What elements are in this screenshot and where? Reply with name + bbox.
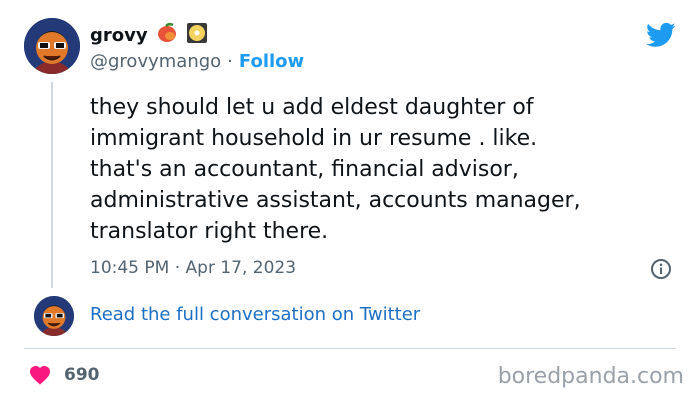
thread-line xyxy=(51,82,53,288)
display-name[interactable]: grovy xyxy=(90,25,148,46)
twitter-bird-icon[interactable] xyxy=(646,20,676,50)
tweet-text: they should let u add eldest daughter of… xyxy=(90,95,581,244)
info-icon[interactable] xyxy=(650,258,672,280)
handle-row: @grovymango · Follow xyxy=(90,51,304,72)
disc-emoji-icon xyxy=(186,22,208,48)
separator: · xyxy=(227,51,233,72)
like-button[interactable]: 690 xyxy=(28,363,100,387)
name-row: grovy xyxy=(90,22,304,48)
follow-button[interactable]: Follow xyxy=(239,51,304,72)
avatar-image xyxy=(34,296,74,336)
tweet-header: grovy @grovymango · Follow xyxy=(90,22,304,72)
avatar-image xyxy=(24,18,80,74)
watermark: boredpanda.com xyxy=(497,364,684,389)
reply-avatar[interactable] xyxy=(34,296,74,336)
handle[interactable]: @grovymango xyxy=(90,51,221,72)
like-count: 690 xyxy=(64,365,100,385)
divider xyxy=(24,348,676,349)
mango-emoji-icon xyxy=(156,22,178,48)
timestamp[interactable]: 10:45 PM · Apr 17, 2023 xyxy=(90,258,296,278)
read-full-conversation-link[interactable]: Read the full conversation on Twitter xyxy=(90,304,420,325)
heart-icon xyxy=(30,366,50,385)
avatar[interactable] xyxy=(24,18,80,74)
